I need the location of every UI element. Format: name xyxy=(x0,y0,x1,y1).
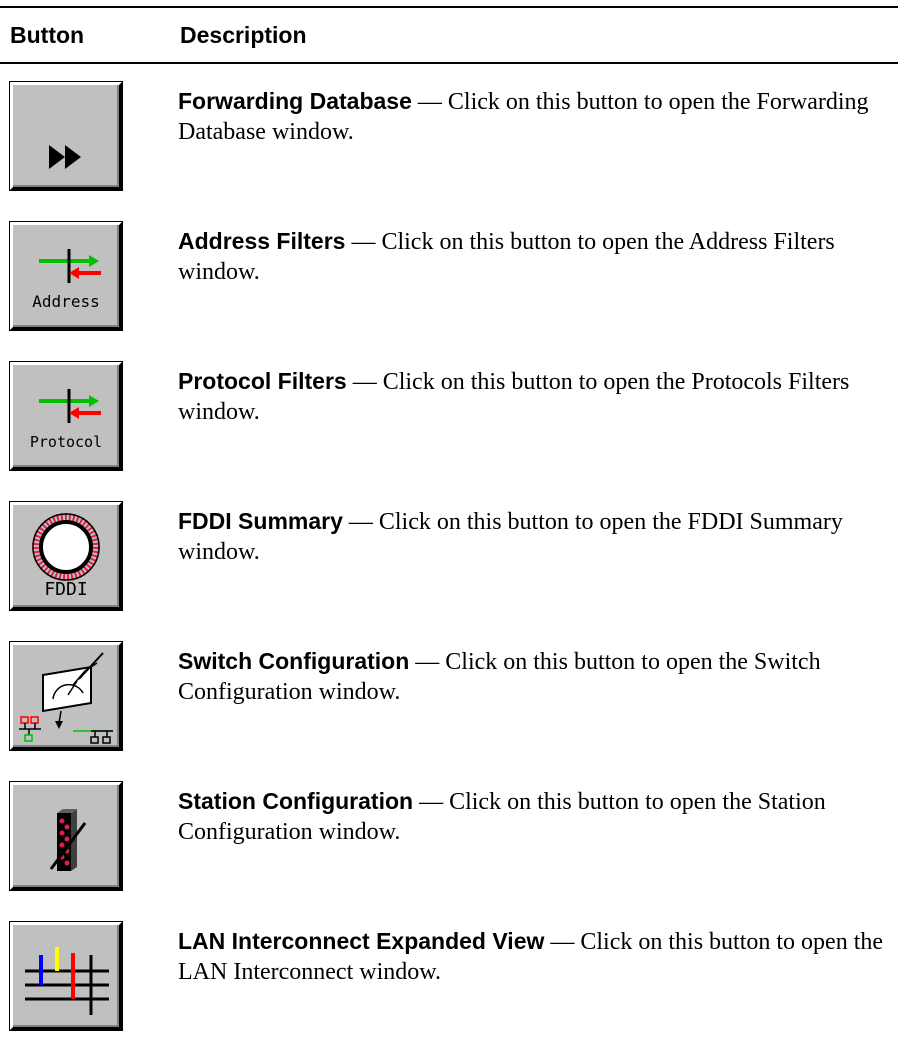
header-rule xyxy=(0,62,898,64)
row-term: FDDI Summary xyxy=(178,508,343,534)
station-config-icon xyxy=(49,809,87,871)
lan-interconnect-button[interactable] xyxy=(10,922,122,1030)
row-term: Protocol Filters xyxy=(178,368,347,394)
table-row: Protocol Protocol Filters — Click on thi… xyxy=(0,362,898,478)
row-term: LAN Interconnect Expanded View xyxy=(178,928,545,954)
table-row: LAN Interconnect Expanded View — Click o… xyxy=(0,922,898,1038)
forwarding-database-button[interactable] xyxy=(10,82,122,190)
row-term: Switch Configuration xyxy=(178,648,410,674)
row-description: LAN Interconnect Expanded View — Click o… xyxy=(178,926,888,987)
table-row: Forwarding Database — Click on this butt… xyxy=(0,82,898,198)
row-description: Switch Configuration — Click on this but… xyxy=(178,646,888,707)
table-row: Station Configuration — Click on this bu… xyxy=(0,782,898,898)
lan-interconnect-icon xyxy=(25,947,109,1015)
switch-configuration-button[interactable] xyxy=(10,642,122,750)
document-page: Button Description Forwarding Database —… xyxy=(0,0,898,1061)
row-separator: — xyxy=(345,229,382,255)
row-term: Address Filters xyxy=(178,228,346,254)
top-rule xyxy=(0,6,898,8)
address-filters-button[interactable]: Address xyxy=(10,222,122,330)
row-description: Address Filters — Click on this button t… xyxy=(178,226,888,287)
row-term: Forwarding Database xyxy=(178,88,412,114)
address-filter-icon: Address xyxy=(32,249,101,311)
icon-label: Protocol xyxy=(30,433,102,451)
station-configuration-button[interactable] xyxy=(10,782,122,890)
protocol-filters-button[interactable]: Protocol xyxy=(10,362,122,470)
row-separator: — xyxy=(413,789,450,815)
icon-label: FDDI xyxy=(44,579,87,600)
row-separator: — xyxy=(342,509,379,535)
row-term: Station Configuration xyxy=(178,788,414,814)
row-description: Forwarding Database — Click on this butt… xyxy=(178,86,888,147)
fddi-ring-icon: FDDI xyxy=(32,513,100,600)
protocol-filter-icon: Protocol xyxy=(30,389,102,451)
fast-forward-icon xyxy=(49,145,81,169)
table-row: FDDI FDDI Summary — Click on this button… xyxy=(0,502,898,618)
table-row: Address Address Filters — Click on this … xyxy=(0,222,898,338)
row-separator: — xyxy=(544,929,581,955)
row-separator: — xyxy=(346,369,383,395)
row-separator: — xyxy=(409,649,446,675)
column-header-button: Button xyxy=(10,22,85,48)
fddi-summary-button[interactable]: FDDI xyxy=(10,502,122,610)
row-description: FDDI Summary — Click on this button to o… xyxy=(178,506,888,567)
column-header-description: Description xyxy=(180,22,307,48)
row-description: Protocol Filters — Click on this button … xyxy=(178,366,888,427)
icon-label: Address xyxy=(32,292,99,311)
row-description: Station Configuration — Click on this bu… xyxy=(178,786,888,847)
row-separator: — xyxy=(411,89,448,115)
table-row: Switch Configuration — Click on this but… xyxy=(0,642,898,758)
switch-config-icon xyxy=(19,652,113,744)
